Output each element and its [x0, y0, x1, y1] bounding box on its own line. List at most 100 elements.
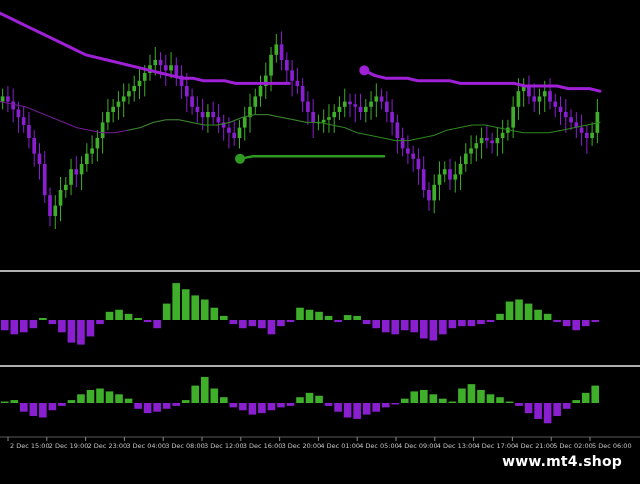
histogram-bar: [67, 320, 76, 343]
trading-chart[interactable]: 2 Dec 15:00 2 Dec 19:00 2 Dec 23:00 3 Dec 0…: [0, 0, 640, 480]
histogram-bar: [10, 400, 19, 403]
candle-body: [379, 96, 384, 102]
histogram-bar: [400, 320, 409, 331]
candle-body: [63, 184, 68, 190]
candle-body: [390, 112, 394, 123]
histogram-bar: [334, 403, 342, 412]
candle-body: [242, 117, 247, 128]
histogram-bar: [362, 320, 371, 325]
candle-body: [95, 138, 100, 149]
histogram-bar: [496, 397, 504, 403]
histogram-bar: [505, 401, 514, 403]
candle-body: [437, 174, 442, 185]
histogram-bar: [248, 403, 257, 415]
candle-body: [42, 164, 47, 196]
histogram-bar: [420, 389, 428, 403]
candle-body: [48, 195, 52, 216]
histogram-bar: [181, 400, 190, 403]
candle-body: [311, 112, 315, 123]
histogram-bar: [153, 320, 161, 329]
candle-body: [190, 96, 194, 107]
histogram-bar: [477, 389, 485, 403]
histogram-bar: [0, 320, 9, 331]
histogram-bar: [562, 320, 571, 327]
histogram-bar: [39, 317, 47, 320]
candle-body: [474, 143, 479, 149]
histogram-bar: [362, 403, 371, 415]
histogram-bar: [239, 403, 247, 411]
histogram-bar: [410, 391, 419, 403]
histogram-bar: [267, 320, 276, 335]
time-tick-label: 5 Dec 02:00: [553, 442, 593, 450]
histogram-bar: [267, 403, 276, 411]
candle-body: [327, 117, 331, 120]
time-tick-label: 4 Dec 09:00: [398, 442, 438, 450]
candle-body: [200, 112, 205, 118]
candle-body: [163, 65, 168, 71]
candle-body: [237, 127, 242, 138]
candle-body: [142, 73, 147, 81]
candle-body: [153, 60, 158, 66]
histogram-bar: [77, 394, 85, 403]
candle-body: [227, 127, 231, 133]
candle-body: [385, 101, 389, 112]
candle-body: [79, 164, 84, 175]
time-tick-label: 3 Dec 16:00: [243, 442, 283, 450]
histogram-bar: [258, 320, 266, 329]
candle-body: [258, 86, 263, 97]
candle-body: [395, 122, 400, 138]
candle-body: [206, 112, 210, 118]
histogram-bar: [258, 403, 266, 414]
histogram-bar: [239, 320, 247, 329]
histogram-bar: [162, 403, 171, 409]
histogram-bar: [305, 309, 314, 320]
histogram-bar: [372, 320, 380, 329]
series-dot-green: [235, 153, 245, 164]
histogram-bar: [58, 320, 66, 333]
candle-body: [363, 106, 368, 112]
histogram-bar: [372, 403, 380, 412]
histogram-bar: [315, 311, 323, 320]
candle-body: [500, 132, 505, 138]
histogram-bar: [115, 309, 123, 320]
histogram-bar: [29, 403, 38, 417]
histogram-bar: [181, 289, 190, 320]
histogram-bar: [20, 403, 28, 412]
histogram-bar: [153, 403, 161, 412]
candle-body: [21, 117, 26, 125]
candle-body: [106, 112, 110, 123]
histogram-bar: [105, 311, 114, 320]
candle-body: [11, 101, 15, 110]
histogram-bar: [48, 320, 57, 325]
histogram-bar: [458, 320, 466, 327]
histogram-bar: [553, 403, 561, 417]
histogram-bar: [305, 392, 314, 403]
candle-body: [558, 106, 563, 112]
candle-body: [590, 132, 594, 138]
histogram-bar: [220, 315, 228, 320]
histogram-bar: [105, 391, 114, 403]
histogram-bar: [134, 317, 142, 320]
candle-body: [516, 91, 521, 107]
candle-body: [421, 169, 426, 190]
histogram-bar: [467, 384, 476, 403]
candle-body: [532, 96, 537, 102]
candle-body: [216, 117, 221, 123]
candle-body: [479, 138, 484, 144]
histogram-bar: [591, 320, 600, 323]
candle-body: [121, 96, 126, 102]
candle-body: [195, 106, 200, 112]
histogram-bar: [248, 320, 257, 327]
candle-body: [432, 184, 437, 201]
histogram-bar: [353, 315, 361, 320]
candle-body: [348, 101, 352, 105]
candle-body: [0, 96, 5, 102]
candle-body: [511, 106, 515, 128]
histogram-bar: [429, 320, 438, 341]
histogram-bar: [143, 320, 152, 323]
time-tick-label: 3 Dec 08:00: [165, 442, 205, 450]
histogram-bar: [220, 397, 228, 403]
histogram-bar: [86, 389, 95, 403]
histogram-bar: [524, 403, 533, 414]
time-tick-label: 4 Dec 21:00: [514, 442, 554, 450]
